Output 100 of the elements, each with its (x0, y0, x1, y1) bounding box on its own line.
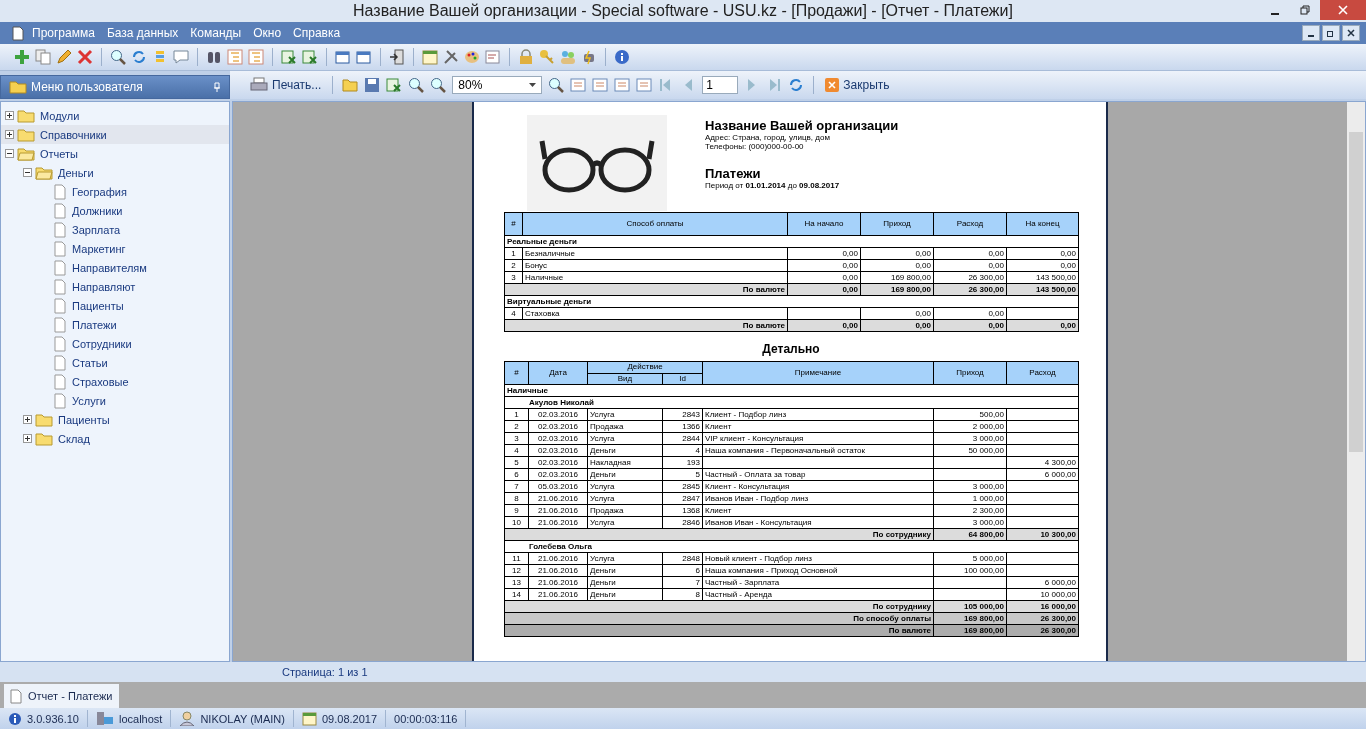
tree-item[interactable]: Направляют (1, 277, 229, 296)
tree-item[interactable]: Модули (1, 106, 229, 125)
tree-item[interactable]: География (1, 182, 229, 201)
table-cell: Деньги (587, 444, 663, 457)
tree-list-icon[interactable] (570, 77, 587, 93)
palette-icon[interactable] (464, 49, 480, 65)
print-button[interactable]: Печать... (248, 77, 324, 93)
section-title: Наличные (504, 384, 1079, 397)
window-icon[interactable] (614, 77, 631, 93)
expander-icon[interactable] (23, 434, 32, 443)
info-icon[interactable] (614, 49, 630, 65)
folder-icon (35, 431, 53, 446)
tree-list-icon[interactable] (227, 49, 243, 65)
refresh-icon[interactable] (131, 49, 147, 65)
menu-item[interactable]: Справка (293, 26, 341, 40)
tree-item[interactable]: Должники (1, 201, 229, 220)
search-icon[interactable] (110, 49, 126, 65)
lock-icon[interactable] (518, 49, 534, 65)
close-icon (1347, 29, 1355, 37)
document-icon (53, 240, 67, 257)
page-status: Страница: 1 из 1 (282, 666, 368, 678)
spreadsheet-icon[interactable] (302, 49, 318, 65)
restore-button[interactable] (1322, 25, 1340, 41)
expander-icon[interactable] (5, 149, 14, 158)
key-icon[interactable] (539, 49, 555, 65)
refresh-icon[interactable] (788, 77, 805, 93)
folder-icon (17, 108, 35, 123)
save-icon[interactable] (364, 77, 381, 93)
close-report-button[interactable]: Закрыть (823, 78, 892, 92)
window-icon[interactable] (335, 49, 351, 65)
status-text: localhost (119, 712, 163, 725)
zoom-out-icon[interactable] (548, 77, 565, 93)
table-cell: 0,00 (787, 271, 861, 284)
pencil-icon[interactable] (56, 49, 72, 65)
speech-bubble-icon[interactable] (173, 49, 189, 65)
table-cell: Наша компания - Приход Основной (702, 564, 934, 577)
minimize-button[interactable] (1302, 25, 1320, 41)
table-cell: 21.06.2016 (528, 552, 588, 565)
table-cell: Деньги (587, 468, 663, 481)
spreadsheet-icon[interactable] (281, 49, 297, 65)
plus-icon[interactable] (14, 49, 30, 65)
tree-item[interactable]: Пациенты (1, 296, 229, 315)
close-icon (1338, 5, 1348, 15)
zoom-dropdown[interactable]: 80% (452, 76, 543, 94)
page-preview-icon[interactable] (408, 77, 425, 93)
tree-item[interactable]: Сотрудники (1, 334, 229, 353)
status-text: 00:00:03:116 (394, 712, 458, 725)
expander-icon[interactable] (5, 111, 14, 120)
table-cell: 21.06.2016 (528, 588, 588, 601)
section-title: Виртуальные деньги (504, 295, 1079, 308)
menu-item[interactable]: Окно (253, 26, 282, 40)
tree-item[interactable]: Маркетинг (1, 239, 229, 258)
table-cell: 0,00 (933, 259, 1007, 272)
table-cell: 02.03.2016 (528, 432, 588, 445)
calendar-icon[interactable] (422, 49, 438, 65)
phone-text: Телефоны: (000)000-00-00 (705, 142, 805, 151)
expander-icon[interactable] (23, 168, 32, 177)
tree-item[interactable]: Услуги (1, 391, 229, 410)
menu-item[interactable]: Программа (32, 26, 95, 40)
tree-item[interactable]: Деньги (1, 163, 229, 182)
tools-icon[interactable] (443, 49, 459, 65)
pin-icon[interactable] (213, 82, 221, 92)
zoom-in-icon[interactable] (430, 77, 447, 93)
scrollbar[interactable] (1347, 102, 1365, 661)
window-icon[interactable] (356, 49, 372, 65)
document-icon (53, 316, 67, 333)
tree-item[interactable]: Пациенты (1, 410, 229, 429)
tree-item[interactable]: Направителям (1, 258, 229, 277)
table-cell: 8 (662, 588, 703, 601)
table-cell: 02.03.2016 (528, 468, 588, 481)
spreadsheet-icon[interactable] (386, 77, 403, 93)
tree-item[interactable]: Склад (1, 429, 229, 448)
tree-item[interactable]: Справочники (1, 125, 229, 144)
expander-icon[interactable] (23, 415, 32, 424)
tree-item[interactable]: Зарплата (1, 220, 229, 239)
table-cell: Продажа (587, 420, 663, 433)
tree-item[interactable]: Статьи (1, 353, 229, 372)
tree-item[interactable]: Страховые (1, 372, 229, 391)
exit-icon[interactable] (389, 49, 405, 65)
menu-item[interactable]: Команды (190, 26, 242, 40)
close-button[interactable] (1342, 25, 1360, 41)
note-icon[interactable] (485, 49, 501, 65)
tree-item[interactable]: Платежи (1, 315, 229, 334)
layout-icon[interactable] (592, 77, 609, 93)
menu-item[interactable]: База данных (106, 26, 179, 40)
expander-icon[interactable] (5, 130, 14, 139)
table-cell: 0,00 (787, 247, 861, 260)
copy-icon[interactable] (35, 49, 51, 65)
table-cell: 50 000,00 (933, 444, 1007, 457)
tree-item[interactable]: Отчеты (1, 144, 229, 163)
users-icon[interactable] (560, 49, 576, 65)
folder-icon[interactable] (342, 77, 359, 93)
organization-name: Название Вашей организации (705, 118, 899, 133)
delete-icon[interactable] (77, 49, 93, 65)
table-cell: Услуга (587, 480, 663, 493)
page-number-field[interactable]: 1 (702, 76, 739, 94)
tree-list-icon[interactable] (248, 49, 264, 65)
document-tab[interactable]: Отчет - Платежи (4, 684, 119, 708)
table-cell: 6 (662, 564, 703, 577)
note-icon[interactable] (636, 77, 653, 93)
